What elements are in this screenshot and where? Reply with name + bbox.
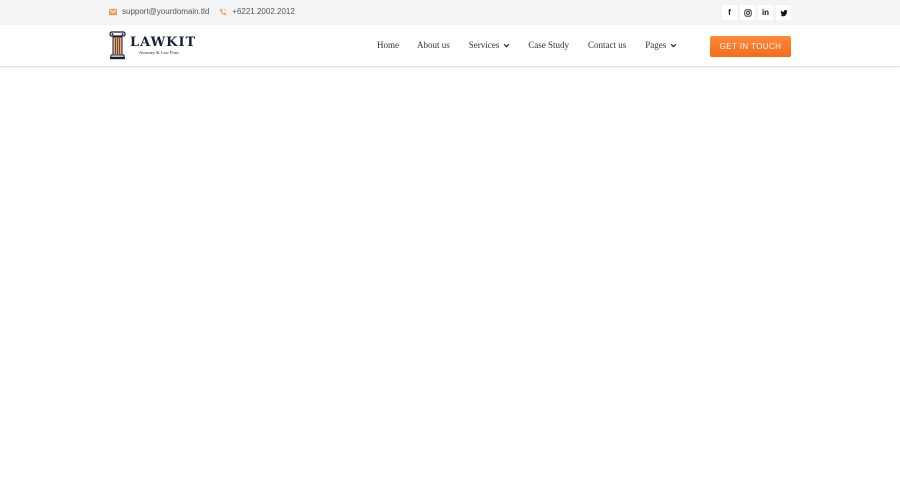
- nav-contact-us[interactable]: Contact us: [588, 40, 626, 50]
- nav-home-label: Home: [377, 40, 399, 50]
- envelope-icon: [109, 8, 117, 16]
- nav-about-us-label: About us: [417, 40, 450, 50]
- social-links: f in: [719, 5, 791, 20]
- logo-tagline: Attorney & Law Firm: [139, 49, 179, 55]
- facebook-icon[interactable]: f: [722, 5, 737, 20]
- page-content: [0, 68, 900, 489]
- nav-about-us[interactable]: About us: [417, 40, 450, 50]
- get-in-touch-button[interactable]: GET IN TOUCH: [710, 36, 791, 57]
- chevron-down-icon: [670, 43, 677, 48]
- logo-text: LAWKIT: [130, 34, 197, 50]
- nav-pages[interactable]: Pages: [645, 40, 677, 50]
- column-icon: [109, 31, 126, 60]
- top-bar: support@yourdomain.tld +6221.2002.2012 f: [0, 0, 900, 25]
- linkedin-glyph: in: [761, 8, 770, 17]
- instagram-icon[interactable]: [740, 5, 755, 20]
- linkedin-icon[interactable]: in: [758, 5, 773, 20]
- chevron-down-icon: [503, 43, 510, 48]
- nav-services-label: Services: [468, 40, 500, 50]
- phone-text: +6221.2002.2012: [232, 7, 295, 16]
- main-nav: Home About us Services Case Study Contac…: [377, 40, 677, 50]
- site-logo[interactable]: LAWKIT Attorney & Law Firm: [109, 31, 196, 60]
- phone-icon: [219, 8, 227, 16]
- twitter-icon[interactable]: [776, 5, 791, 20]
- nav-contact-us-label: Contact us: [588, 40, 627, 50]
- phone-contact[interactable]: +6221.2002.2012: [219, 7, 295, 16]
- contact-info: support@yourdomain.tld +6221.2002.2012: [109, 7, 305, 16]
- main-header: LAWKIT Attorney & Law Firm Home About us…: [0, 25, 900, 67]
- facebook-glyph: f: [728, 8, 731, 17]
- email-text: support@yourdomain.tld: [122, 7, 210, 16]
- email-contact[interactable]: support@yourdomain.tld: [109, 7, 209, 16]
- nav-case-study[interactable]: Case Study: [528, 40, 569, 50]
- nav-case-study-label: Case Study: [528, 40, 570, 50]
- nav-services[interactable]: Services: [469, 40, 511, 50]
- nav-home[interactable]: Home: [377, 40, 399, 50]
- nav-pages-label: Pages: [645, 40, 667, 50]
